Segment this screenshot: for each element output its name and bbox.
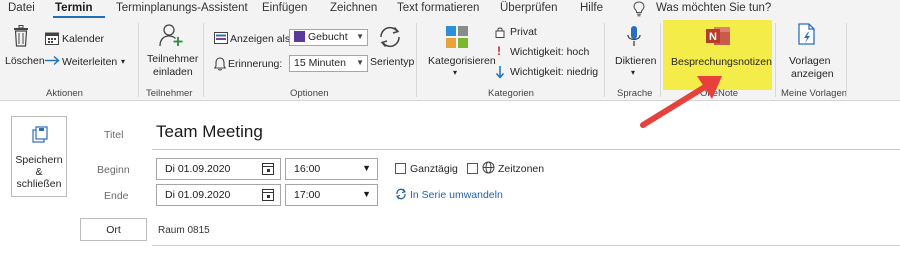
- annotation-arrow-icon: [640, 76, 722, 128]
